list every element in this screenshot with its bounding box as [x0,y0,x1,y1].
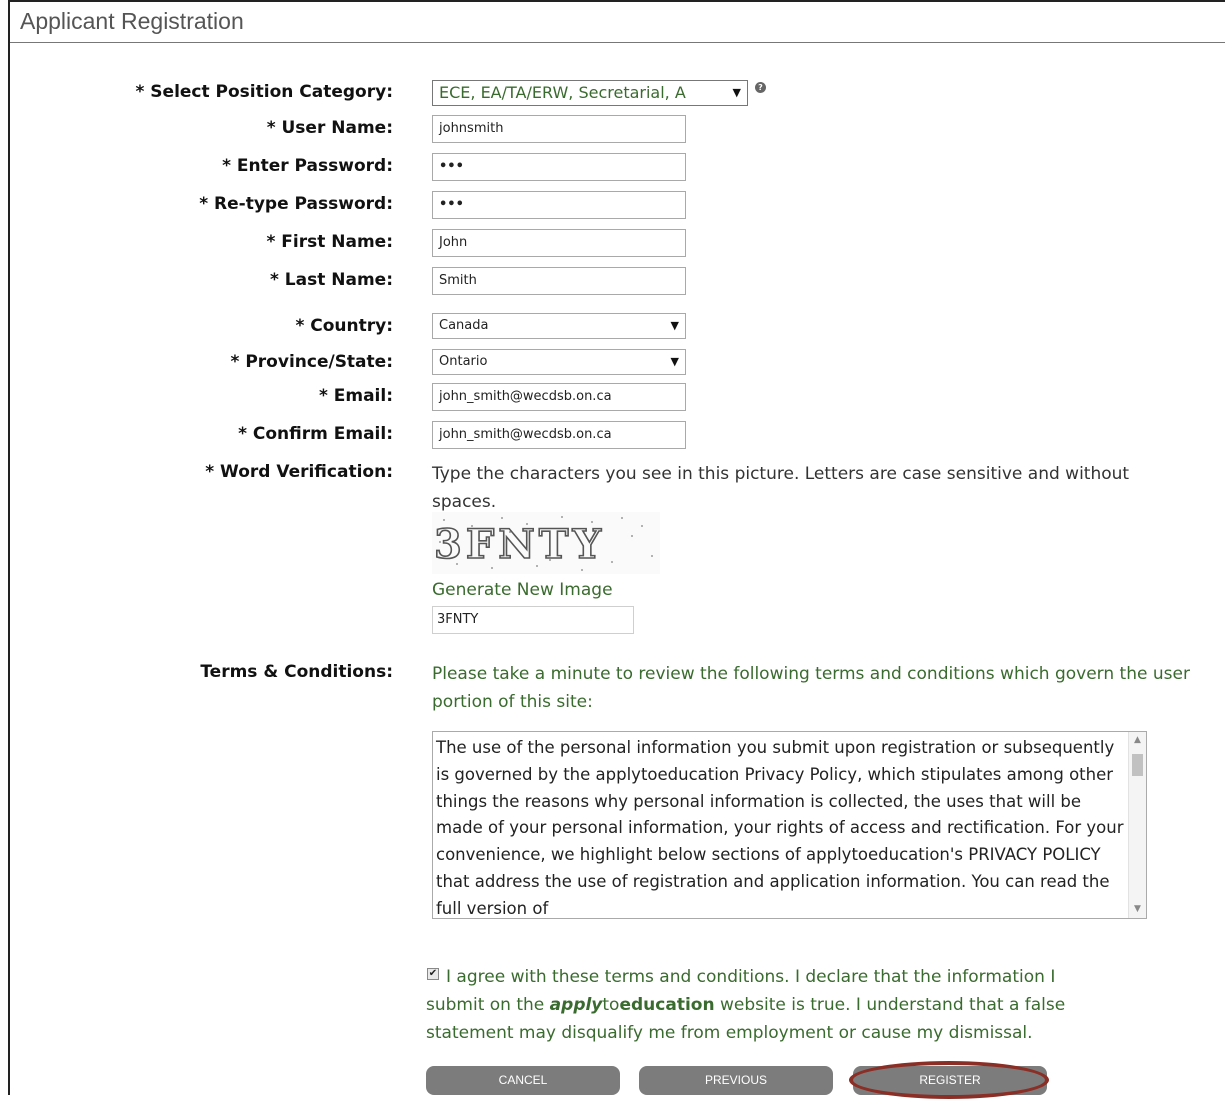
country-label: * Country: [295,316,393,336]
register-button[interactable]: REGISTER [853,1066,1047,1095]
country-select[interactable]: Canada ▼ [432,313,686,339]
password-label: * Enter Password: [222,156,393,176]
position-category-value: ECE, EA/TA/ERW, Secretarial, A [439,83,686,102]
password-input[interactable]: ••• [432,153,686,181]
cancel-button[interactable]: CANCEL [426,1066,620,1095]
chevron-down-icon: ▼ [670,319,679,332]
confirm-email-label: * Confirm Email: [238,424,393,444]
help-circle-icon[interactable]: ? [755,82,766,93]
chevron-down-icon: ▼ [732,86,741,99]
word-verification-label: * Word Verification: [205,462,393,482]
confirm-email-input[interactable]: john_smith@wecdsb.on.ca [432,421,686,449]
email-label: * Email: [318,386,393,406]
first-name-label: * First Name: [266,232,393,252]
title-divider [10,42,1225,43]
country-value: Canada [439,318,489,333]
last-name-label: * Last Name: [269,270,393,290]
captcha-image: 3FNTY [432,512,660,574]
previous-button[interactable]: PREVIOUS [639,1066,833,1095]
province-value: Ontario [439,354,488,369]
terms-body-text: The use of the personal information you … [436,738,1124,918]
terms-textarea[interactable]: The use of the personal information you … [432,731,1147,919]
agree-statement: I agree with these terms and conditions.… [426,963,1116,1047]
position-category-select[interactable]: ECE, EA/TA/ERW, Secretarial, A ▼ [432,80,748,106]
brand-apply: apply [549,995,603,1015]
captcha-input[interactable]: 3FNTY [432,606,634,634]
retype-password-input[interactable]: ••• [432,191,686,219]
brand-education: education [619,995,715,1015]
terms-scrollbar[interactable]: ▲ ▼ [1128,732,1146,918]
brand-to: to [602,995,620,1015]
username-input[interactable]: johnsmith [432,115,686,143]
province-label: * Province/State: [230,352,393,372]
first-name-input[interactable]: John [432,229,686,257]
scroll-down-icon[interactable]: ▼ [1129,901,1146,918]
terms-label: Terms & Conditions: [200,662,393,682]
username-label: * User Name: [266,118,393,138]
last-name-input[interactable]: Smith [432,267,686,295]
agree-checkbox[interactable]: ✔ [427,968,439,980]
email-input[interactable]: john_smith@wecdsb.on.ca [432,383,686,411]
generate-new-image-link[interactable]: Generate New Image [432,580,613,600]
scroll-thumb[interactable] [1132,754,1143,776]
page-title: Applicant Registration [20,8,244,34]
province-select[interactable]: Ontario ▼ [432,349,686,375]
scroll-up-icon[interactable]: ▲ [1129,732,1146,749]
retype-password-label: * Re-type Password: [199,194,393,214]
terms-intro-text: Please take a minute to review the follo… [432,664,1190,712]
check-icon: ✔ [428,968,438,979]
chevron-down-icon: ▼ [670,355,679,368]
category-label: * Select Position Category: [135,82,393,102]
verification-instructions: Type the characters you see in this pict… [432,464,1130,512]
captcha-image-text: 3FNTY [434,521,605,568]
